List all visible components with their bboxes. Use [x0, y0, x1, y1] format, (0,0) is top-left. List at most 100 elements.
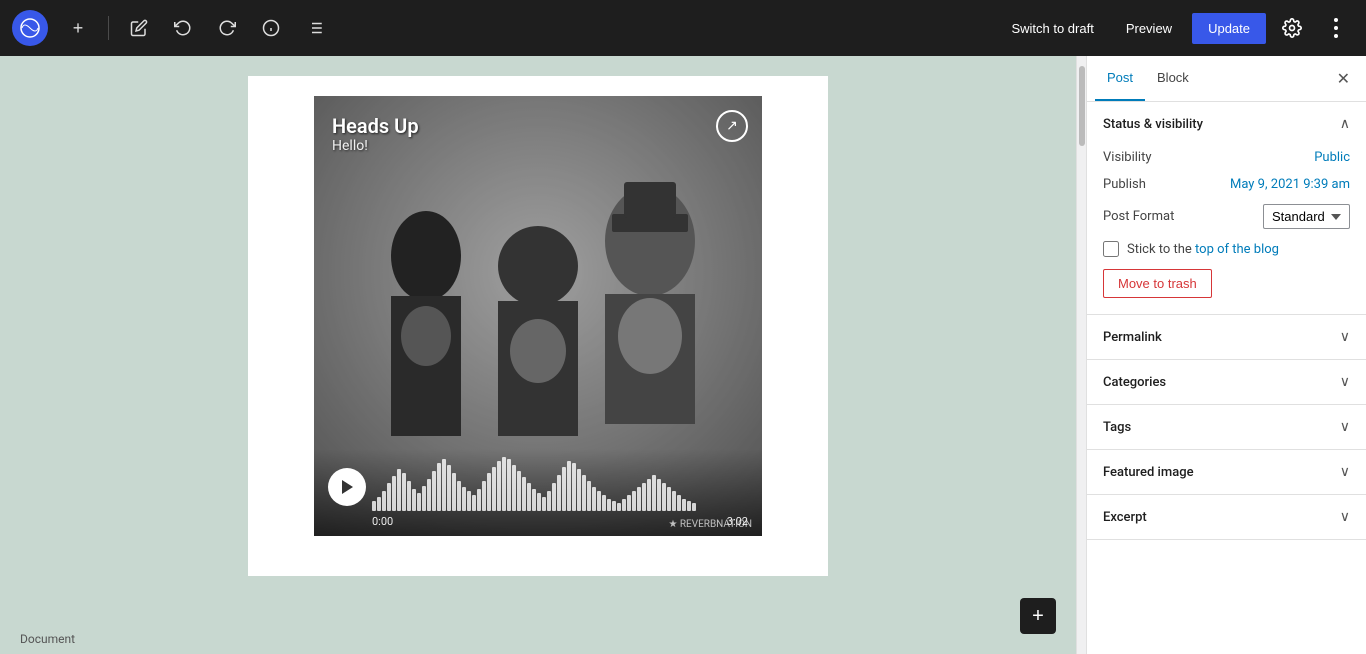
waveform-bar — [412, 489, 416, 511]
waveform-bar — [582, 475, 586, 511]
waveform-bar — [442, 459, 446, 511]
waveform-bar — [662, 483, 666, 511]
stick-to-top-checkbox[interactable] — [1103, 241, 1119, 257]
info-button[interactable] — [253, 10, 289, 46]
publish-label: Publish — [1103, 177, 1146, 192]
list-view-button[interactable] — [297, 10, 333, 46]
add-block-button[interactable]: + — [60, 10, 96, 46]
waveform-bar — [522, 477, 526, 511]
redo-button[interactable] — [209, 10, 245, 46]
publish-row: Publish May 9, 2021 9:39 am — [1103, 177, 1350, 192]
waveform-bar — [562, 467, 566, 511]
waveform-bar — [397, 469, 401, 511]
info-icon — [262, 19, 280, 37]
waveform-bar — [532, 489, 536, 511]
move-to-trash-button[interactable]: Move to trash — [1103, 269, 1212, 298]
switch-to-draft-button[interactable]: Switch to draft — [999, 15, 1105, 42]
visibility-row: Visibility Public — [1103, 150, 1350, 165]
waveform-bar — [462, 487, 466, 511]
sidebar: Post Block ✕ Status & visibility ∧ Visib… — [1086, 56, 1366, 654]
preview-button[interactable]: Preview — [1114, 15, 1184, 42]
wp-logo[interactable] — [12, 10, 48, 46]
share-button[interactable]: ↗ — [716, 110, 748, 142]
section-header-categories[interactable]: Categories ∨ — [1087, 360, 1366, 404]
section-title-featured-image: Featured image — [1103, 465, 1194, 480]
waveform-bar — [527, 483, 531, 511]
chevron-featured-image: ∨ — [1340, 464, 1350, 480]
waveform-bar — [687, 501, 691, 511]
waveform-bar — [622, 499, 626, 511]
waveform-bar — [422, 486, 426, 511]
waveform-bar — [447, 465, 451, 511]
list-icon — [306, 19, 324, 37]
add-block-floating-button[interactable]: + — [1020, 598, 1056, 634]
waveform-bar — [392, 476, 396, 511]
section-title-tags: Tags — [1103, 420, 1131, 435]
waveform-bar — [452, 473, 456, 511]
waveform-bar — [402, 473, 406, 511]
stick-to-top-row: Stick to the top of the blog — [1103, 241, 1350, 257]
toolbar-right-actions: Switch to draft Preview Update — [999, 10, 1354, 46]
waveform-bar — [427, 479, 431, 511]
update-button[interactable]: Update — [1192, 13, 1266, 44]
section-excerpt: Excerpt ∨ — [1087, 495, 1366, 540]
tab-block[interactable]: Block — [1145, 56, 1201, 101]
waveform-bar — [552, 483, 556, 511]
section-header-status-visibility[interactable]: Status & visibility ∧ — [1087, 102, 1366, 146]
more-options-button[interactable] — [1318, 10, 1354, 46]
play-icon — [340, 479, 354, 495]
main-area: Heads Up Hello! ↗ — [0, 56, 1366, 654]
track-title: Heads Up — [332, 114, 419, 138]
waveform-bar — [502, 457, 506, 511]
section-title-excerpt: Excerpt — [1103, 510, 1147, 525]
waveform-bar — [482, 481, 486, 511]
redo-icon — [218, 19, 236, 37]
section-header-featured-image[interactable]: Featured image ∨ — [1087, 450, 1366, 494]
waveform-bar — [417, 493, 421, 511]
tab-post[interactable]: Post — [1095, 56, 1145, 101]
waveform-bar — [477, 489, 481, 511]
waveform-bar — [382, 491, 386, 511]
waveform-bar — [567, 461, 571, 511]
visibility-value[interactable]: Public — [1314, 150, 1350, 165]
wordpress-icon — [20, 18, 40, 38]
section-categories: Categories ∨ — [1087, 360, 1366, 405]
editor-toolbar: + — [0, 0, 1366, 56]
section-title-status-visibility: Status & visibility — [1103, 117, 1203, 132]
waveform-bar — [597, 491, 601, 511]
post-format-select[interactable]: Standard Aside Image Video Quote Link Ga… — [1263, 204, 1350, 229]
visibility-label: Visibility — [1103, 150, 1152, 165]
reverbnation-badge: ★ REVERBNATION — [668, 519, 752, 530]
waveform-bar — [472, 495, 476, 511]
chevron-tags: ∨ — [1340, 419, 1350, 435]
pen-icon — [130, 19, 148, 37]
section-permalink: Permalink ∨ — [1087, 315, 1366, 360]
section-header-tags[interactable]: Tags ∨ — [1087, 405, 1366, 449]
publish-value[interactable]: May 9, 2021 9:39 am — [1230, 177, 1350, 192]
section-header-excerpt[interactable]: Excerpt ∨ — [1087, 495, 1366, 539]
waveform-bar — [592, 487, 596, 511]
waveform-bar — [587, 481, 591, 511]
music-player-block: Heads Up Hello! ↗ — [314, 96, 762, 536]
waveform-bar — [647, 479, 651, 511]
waveform-bar — [557, 475, 561, 511]
scrollbar-thumb[interactable] — [1079, 66, 1085, 146]
stick-to-top-link[interactable]: top of the blog — [1195, 242, 1279, 257]
waveform-bar — [572, 463, 576, 511]
edit-button[interactable] — [121, 10, 157, 46]
editor-canvas[interactable]: Heads Up Hello! ↗ — [0, 56, 1076, 654]
section-header-permalink[interactable]: Permalink ∨ — [1087, 315, 1366, 359]
play-button[interactable] — [328, 468, 366, 506]
waveform-bar — [692, 503, 696, 511]
waveform-bar — [487, 473, 491, 511]
undo-icon — [174, 19, 192, 37]
undo-button[interactable] — [165, 10, 201, 46]
settings-button[interactable] — [1274, 10, 1310, 46]
toolbar-divider-1 — [108, 16, 109, 40]
section-featured-image: Featured image ∨ — [1087, 450, 1366, 495]
waveform-bar — [577, 469, 581, 511]
waveform-bar — [617, 503, 621, 511]
band-photo: Heads Up Hello! ↗ — [314, 96, 762, 536]
waveform-bar — [677, 495, 681, 511]
close-sidebar-button[interactable]: ✕ — [1329, 61, 1358, 97]
